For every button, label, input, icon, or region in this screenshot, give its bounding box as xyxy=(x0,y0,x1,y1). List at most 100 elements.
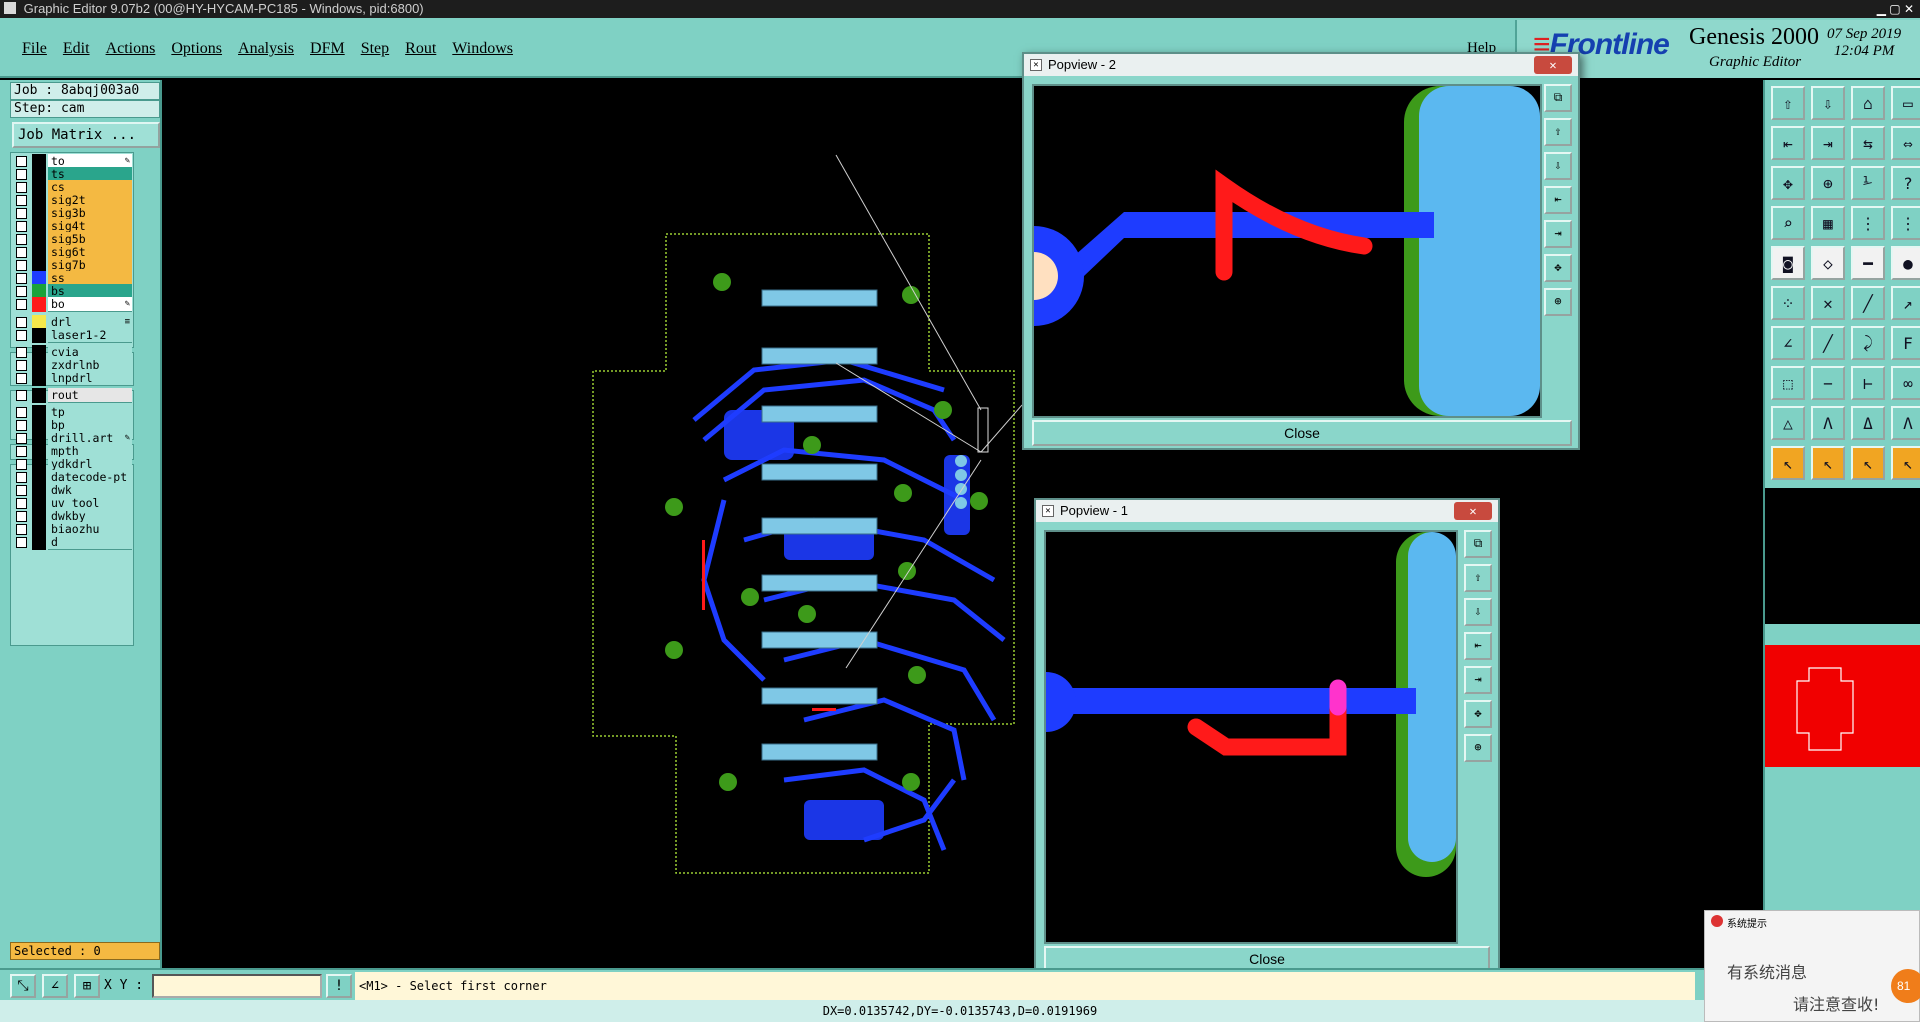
layer-checkbox[interactable] xyxy=(16,347,27,358)
layer-row[interactable]: rout xyxy=(12,388,132,403)
mirror-icon[interactable]: ⇆ xyxy=(1851,126,1885,160)
popview-2-center-icon[interactable]: ⊕ xyxy=(1544,288,1572,316)
menu-actions[interactable]: Actions xyxy=(106,40,156,58)
cross-icon[interactable]: ✕ xyxy=(1811,286,1845,320)
pan-left-icon[interactable]: ⇤ xyxy=(1771,126,1805,160)
angle-tool-icon[interactable]: ∠ xyxy=(42,974,68,998)
menu-edit[interactable]: Edit xyxy=(63,40,90,58)
menu-file[interactable]: File xyxy=(22,40,47,58)
layer-checkbox[interactable] xyxy=(16,260,27,271)
layer-checkbox[interactable] xyxy=(16,524,27,535)
measure-icon[interactable]: ⌕ xyxy=(1771,206,1805,240)
popview-2-close-x[interactable]: ✕ xyxy=(1534,56,1572,74)
layer-checkbox[interactable] xyxy=(16,472,27,483)
minus-icon[interactable]: − xyxy=(1811,366,1845,400)
layer-row[interactable]: laser1-2 xyxy=(12,328,132,343)
pointer-route-icon[interactable]: ↖ xyxy=(1891,446,1920,480)
layer-color-swatch[interactable] xyxy=(32,328,46,343)
scale-icon[interactable]: ⅟ xyxy=(1851,166,1885,200)
popview-1-fit-icon[interactable]: ✥ xyxy=(1464,700,1492,728)
layer-row[interactable]: bo ✎ xyxy=(12,297,132,312)
layer-checkbox[interactable] xyxy=(16,360,27,371)
circles-icon[interactable]: ∞ xyxy=(1891,366,1920,400)
layer-checkbox[interactable] xyxy=(16,446,27,457)
peak-icon[interactable]: Λ xyxy=(1811,406,1845,440)
layer-checkbox[interactable] xyxy=(16,273,27,284)
ruler-icon[interactable]: ━ xyxy=(1851,246,1885,280)
grid-toggle-icon[interactable]: ⊞ xyxy=(74,974,100,998)
popview-2-right-icon[interactable]: ⇥ xyxy=(1544,220,1572,248)
layer-checkbox[interactable] xyxy=(16,420,27,431)
layer-name[interactable]: laser1-2 xyxy=(48,328,132,343)
net-icon[interactable]: ⁘ xyxy=(1771,286,1805,320)
pan-right-icon[interactable]: ⇥ xyxy=(1811,126,1845,160)
pointer-select-icon[interactable]: ↖ xyxy=(1811,446,1845,480)
dimension-icon[interactable]: ⊢ xyxy=(1851,366,1885,400)
grid-icon[interactable]: ▦ xyxy=(1811,206,1845,240)
angle-icon[interactable]: ∠ xyxy=(1771,326,1805,360)
layer-color-swatch[interactable] xyxy=(32,371,46,386)
popview-2-canvas[interactable] xyxy=(1032,84,1542,418)
center-icon[interactable]: ⊕ xyxy=(1811,166,1845,200)
popview-1-close-x[interactable]: ✕ xyxy=(1454,502,1492,520)
popview-1-left-icon[interactable]: ⇤ xyxy=(1464,632,1492,660)
layer-checkbox[interactable] xyxy=(16,511,27,522)
menu-step[interactable]: Step xyxy=(361,40,389,58)
popview-1-up-icon[interactable]: ⇧ xyxy=(1464,564,1492,592)
layer-checkbox[interactable] xyxy=(16,195,27,206)
window-icon[interactable]: ▭ xyxy=(1891,86,1920,120)
popview-1-right-icon[interactable]: ⇥ xyxy=(1464,666,1492,694)
pointer-edit-icon[interactable]: ↖ xyxy=(1851,446,1885,480)
peak2-icon[interactable]: Λ xyxy=(1891,406,1920,440)
popview-2-down-icon[interactable]: ⇩ xyxy=(1544,152,1572,180)
popview-1-center-icon[interactable]: ⊕ xyxy=(1464,734,1492,762)
info-icon[interactable]: ! xyxy=(326,974,352,998)
dot-icon[interactable]: ● xyxy=(1891,246,1920,280)
popview-1-down-icon[interactable]: ⇩ xyxy=(1464,598,1492,626)
select-area-icon[interactable]: ⬚ xyxy=(1771,366,1805,400)
menu-rout[interactable]: Rout xyxy=(405,40,436,58)
job-matrix-button[interactable]: Job Matrix ... xyxy=(12,122,160,148)
layer-checkbox[interactable] xyxy=(16,373,27,384)
layer-checkbox[interactable] xyxy=(16,221,27,232)
slash-icon[interactable]: ╱ xyxy=(1811,326,1845,360)
xy-input[interactable] xyxy=(152,974,322,998)
triangle-icon[interactable]: △ xyxy=(1771,406,1805,440)
popview-2-zoom-icon[interactable]: ⧉ xyxy=(1544,84,1572,112)
popview-2-left-icon[interactable]: ⇤ xyxy=(1544,186,1572,214)
layer-name[interactable]: bo xyxy=(48,297,132,312)
delta-icon[interactable]: Δ xyxy=(1851,406,1885,440)
layer-checkbox[interactable] xyxy=(16,317,27,328)
layer-checkbox[interactable] xyxy=(16,498,27,509)
layer-checkbox[interactable] xyxy=(16,330,27,341)
menu-dfm[interactable]: DFM xyxy=(310,40,345,58)
menu-options[interactable]: Options xyxy=(171,40,222,58)
menu-analysis[interactable]: Analysis xyxy=(238,40,294,58)
text-icon[interactable]: F xyxy=(1891,326,1920,360)
fit-icon[interactable]: ✥ xyxy=(1771,166,1805,200)
popview-1-canvas[interactable] xyxy=(1044,530,1458,944)
layer-checkbox[interactable] xyxy=(16,182,27,193)
layer-checkbox[interactable] xyxy=(16,537,27,548)
system-notification[interactable]: 系统提示 有系统消息 请注意查收! 81 xyxy=(1704,910,1920,1022)
layer-checkbox[interactable] xyxy=(16,485,27,496)
popview-2-up-icon[interactable]: ⇧ xyxy=(1544,118,1572,146)
snap-icon[interactable]: ⋮ xyxy=(1851,206,1885,240)
layer-color-swatch[interactable] xyxy=(32,535,46,550)
arc-icon[interactable]: ⤸ xyxy=(1851,326,1885,360)
save-icon[interactable]: ⇩ xyxy=(1811,86,1845,120)
help-icon[interactable]: ? xyxy=(1891,166,1920,200)
layer-checkbox[interactable] xyxy=(16,169,27,180)
pad-icon[interactable]: ◙ xyxy=(1771,246,1805,280)
layer-checkbox[interactable] xyxy=(16,390,27,401)
popview-2-close-button[interactable]: Close xyxy=(1032,420,1572,446)
home-icon[interactable]: ⌂ xyxy=(1851,86,1885,120)
layer-name[interactable]: rout xyxy=(48,388,132,403)
popview-2-fit-icon[interactable]: ✥ xyxy=(1544,254,1572,282)
open-step-icon[interactable]: ⇧ xyxy=(1771,86,1805,120)
layer-name[interactable]: d xyxy=(48,535,132,550)
layer-checkbox[interactable] xyxy=(16,299,27,310)
layer-name[interactable]: lnpdrl xyxy=(48,371,132,386)
board-overview[interactable] xyxy=(1765,645,1920,767)
zoom-box-icon[interactable]: ⤡ xyxy=(10,974,36,998)
